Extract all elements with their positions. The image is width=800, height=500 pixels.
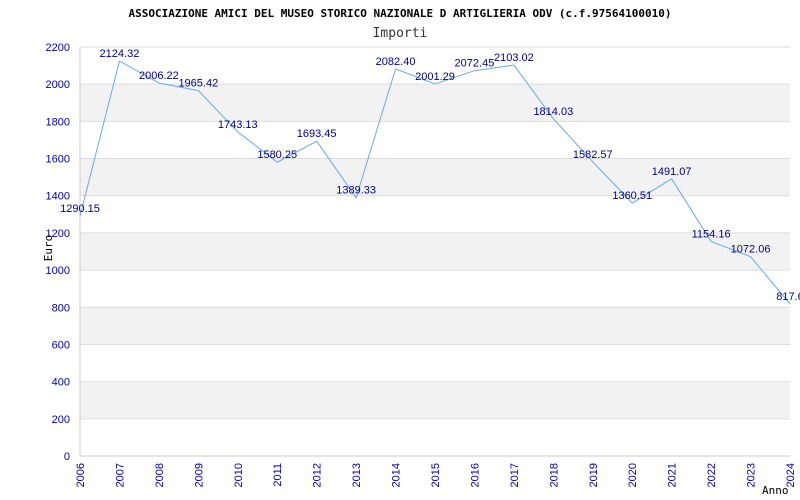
chart-subtitle: Importi (373, 26, 428, 41)
data-label: 1965.42 (178, 78, 218, 90)
x-tick-label: 2017 (509, 463, 521, 487)
data-label: 1290.15 (60, 203, 100, 215)
x-tick-label: 2007 (114, 463, 126, 487)
x-axis-title: Anno (762, 484, 789, 497)
data-label: 2072.45 (455, 58, 495, 70)
data-label: 2006.22 (139, 70, 179, 82)
y-tick-label: 1400 (46, 191, 70, 203)
x-tick-label: 2011 (272, 463, 284, 487)
y-tick-label: 2000 (46, 79, 70, 91)
x-tick-labels: 2006 2007 2008 2009 2010 2011 2012 2013 2014 2015… (75, 463, 797, 487)
x-tick-label: 2009 (193, 463, 205, 487)
y-tick-label: 1000 (46, 265, 70, 277)
data-label: 1743.13 (218, 119, 258, 131)
x-tick-label: 2021 (667, 463, 679, 487)
data-label: 1360.51 (612, 190, 652, 202)
y-tick-label: 400 (52, 377, 70, 389)
data-label: 817.6 (776, 291, 800, 303)
x-tick-label: 2010 (233, 463, 245, 487)
data-label: 1072.06 (731, 244, 771, 256)
data-label: 1389.33 (336, 185, 376, 197)
y-tick-label: 2200 (46, 42, 70, 54)
background-bands (80, 84, 790, 419)
data-label: 1814.03 (533, 106, 573, 118)
data-label: 1491.07 (652, 166, 692, 178)
y-axis-title: Euro (42, 235, 55, 262)
data-label: 2082.40 (376, 56, 416, 68)
y-tick-label: 0 (64, 451, 70, 463)
x-tick-label: 2006 (75, 463, 87, 487)
data-label: 2001.29 (415, 71, 455, 83)
grid-band (80, 84, 790, 122)
x-tick-label: 2018 (548, 463, 560, 487)
x-tick-label: 2008 (154, 463, 166, 487)
x-tick-label: 2012 (312, 463, 324, 487)
data-label: 2103.02 (494, 52, 534, 64)
grid-band (80, 232, 790, 271)
x-tick-label: 2020 (627, 463, 639, 487)
y-tick-label: 800 (52, 302, 70, 314)
line-chart: ASSOCIAZIONE AMICI DEL MUSEO STORICO NAZ… (42, 7, 800, 497)
y-tick-label: 600 (52, 339, 70, 351)
y-tick-label: 1800 (46, 116, 70, 128)
grid-band (80, 381, 790, 419)
x-tick-label: 2022 (706, 463, 718, 487)
x-tick-label: 2014 (391, 463, 403, 487)
x-tick-label: 2015 (430, 463, 442, 487)
grid-band (80, 307, 790, 345)
x-tick-label: 2013 (351, 463, 363, 487)
data-label: 1582.57 (573, 149, 613, 161)
y-tick-label: 200 (52, 414, 70, 426)
chart-title: ASSOCIAZIONE AMICI DEL MUSEO STORICO NAZ… (128, 7, 671, 20)
data-label: 1154.16 (692, 228, 731, 240)
x-tick-label: 2023 (746, 463, 758, 487)
x-tick-label: 2016 (469, 463, 481, 487)
x-tick-label: 2019 (588, 463, 600, 487)
data-label: 1580.25 (257, 149, 297, 161)
y-tick-label: 1600 (46, 154, 70, 166)
data-label: 1693.45 (297, 128, 337, 140)
data-label: 2124.32 (100, 48, 140, 60)
